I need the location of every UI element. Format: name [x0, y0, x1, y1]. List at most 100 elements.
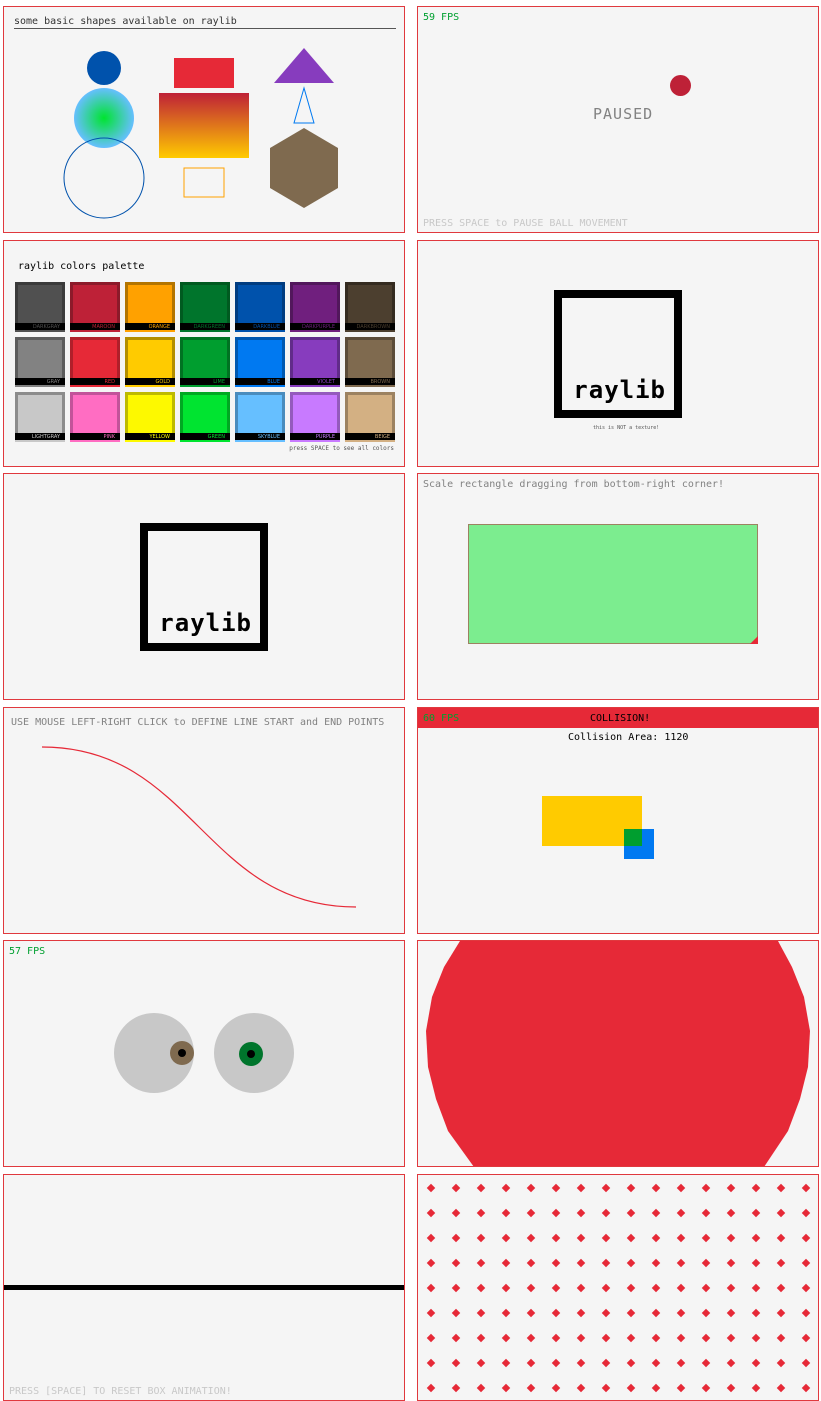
color-swatch-label: MAROON [70, 323, 120, 332]
outline-triangle [293, 86, 315, 124]
grid-dot [576, 1358, 586, 1368]
grid-dot [426, 1258, 436, 1268]
gradient-rectangle [159, 93, 249, 158]
grid-dot [476, 1208, 486, 1218]
grid-dot [426, 1283, 436, 1293]
grid-dot [651, 1383, 661, 1393]
grid-dot [701, 1208, 711, 1218]
panel-collision-area: 60 FPS COLLISION! Collision Area: 1120 [417, 707, 819, 934]
grid-dot [626, 1183, 636, 1193]
scalable-rectangle[interactable] [468, 524, 758, 644]
grid-dot [676, 1383, 686, 1393]
grid-dot [801, 1333, 811, 1343]
red-rectangle [174, 58, 234, 88]
outline-rectangle [183, 167, 225, 198]
color-swatch-label: DARKGREEN [180, 323, 230, 332]
red-polygon [426, 941, 810, 1166]
grid-dot [601, 1333, 611, 1343]
grid-dot [601, 1183, 611, 1193]
grid-dot [801, 1183, 811, 1193]
color-swatch-label: DARKBROWN [345, 323, 395, 332]
grid-dot [726, 1183, 736, 1193]
grid-dot [676, 1308, 686, 1318]
grid-dot [751, 1183, 761, 1193]
overlap-area [624, 829, 642, 846]
fps-counter: 59 FPS [423, 12, 460, 23]
grid-dot [751, 1358, 761, 1368]
grid-dot [551, 1183, 561, 1193]
color-swatch-label: GREEN [180, 433, 230, 442]
paused-label: PAUSED [593, 105, 654, 123]
grid-dot [501, 1283, 511, 1293]
color-swatch: BROWN [345, 337, 395, 387]
color-swatch: PINK [70, 392, 120, 442]
grid-dot [626, 1333, 636, 1343]
grid-dot [651, 1308, 661, 1318]
grid-dot [576, 1183, 586, 1193]
grid-dot [626, 1283, 636, 1293]
grid-dot [776, 1308, 786, 1318]
grid-dot [601, 1258, 611, 1268]
color-swatch-label: SKYBLUE [235, 433, 285, 442]
panel-rectangle-scaling: Scale rectangle dragging from bottom-rig… [417, 473, 819, 700]
grid-dot [526, 1258, 536, 1268]
grid-dot [801, 1358, 811, 1368]
grid-dot [451, 1233, 461, 1243]
grid-dot [701, 1183, 711, 1193]
grid-dot [676, 1283, 686, 1293]
grid-dot [451, 1358, 461, 1368]
grid-dot [776, 1208, 786, 1218]
grid-dot [701, 1308, 711, 1318]
grid-dot [451, 1258, 461, 1268]
panel-basic-shapes: some basic shapes available on raylib [3, 6, 405, 233]
fps-counter: 60 FPS [423, 713, 460, 724]
grid-dot [751, 1308, 761, 1318]
grid-dot [726, 1358, 736, 1368]
grid-dot [751, 1283, 761, 1293]
color-swatch: RED [70, 337, 120, 387]
collision-label: COLLISION! [590, 713, 651, 724]
color-swatch-label: DARKBLUE [235, 323, 285, 332]
color-swatch: BLUE [235, 337, 285, 387]
grid-dot [676, 1358, 686, 1368]
grid-dot [451, 1183, 461, 1193]
color-swatch: MAROON [70, 282, 120, 332]
grid-dot [776, 1358, 786, 1368]
grid-dot [426, 1383, 436, 1393]
grid-dot [726, 1208, 736, 1218]
bezier-curve[interactable] [4, 708, 405, 934]
grid-dot [651, 1208, 661, 1218]
color-swatch-label: BLUE [235, 378, 285, 387]
resize-handle-icon[interactable] [750, 636, 758, 644]
grid-dot [701, 1233, 711, 1243]
grid-dot [751, 1208, 761, 1218]
grid-dot [751, 1333, 761, 1343]
grid-dot [726, 1308, 736, 1318]
grid-dot [576, 1383, 586, 1393]
grid-dot [651, 1358, 661, 1368]
color-swatch-label: PURPLE [290, 433, 340, 442]
grid-dot [751, 1233, 761, 1243]
grid-dot [676, 1333, 686, 1343]
grid-dot [626, 1358, 636, 1368]
panel-bezier-lines: USE MOUSE LEFT-RIGHT CLICK to DEFINE LIN… [3, 707, 405, 934]
grid-dot [476, 1258, 486, 1268]
panel-red-polygon [417, 940, 819, 1167]
color-swatch: BEIGE [345, 392, 395, 442]
raylib-logo-text: raylib [573, 376, 666, 404]
scale-title: Scale rectangle dragging from bottom-rig… [423, 479, 725, 490]
grid-dot [676, 1183, 686, 1193]
grid-dot [451, 1333, 461, 1343]
grid-dot [601, 1208, 611, 1218]
grid-dot [801, 1258, 811, 1268]
color-swatch-label: DARKGRAY [15, 323, 65, 332]
grid-dot [551, 1308, 561, 1318]
grid-dot [526, 1333, 536, 1343]
raylib-logo-text: raylib [159, 609, 252, 637]
color-swatch-label: GRAY [15, 378, 65, 387]
gradient-circle [74, 88, 134, 148]
grid-dot [551, 1383, 561, 1393]
grid-dot [676, 1233, 686, 1243]
color-swatch: GRAY [15, 337, 65, 387]
grid-dot [576, 1283, 586, 1293]
